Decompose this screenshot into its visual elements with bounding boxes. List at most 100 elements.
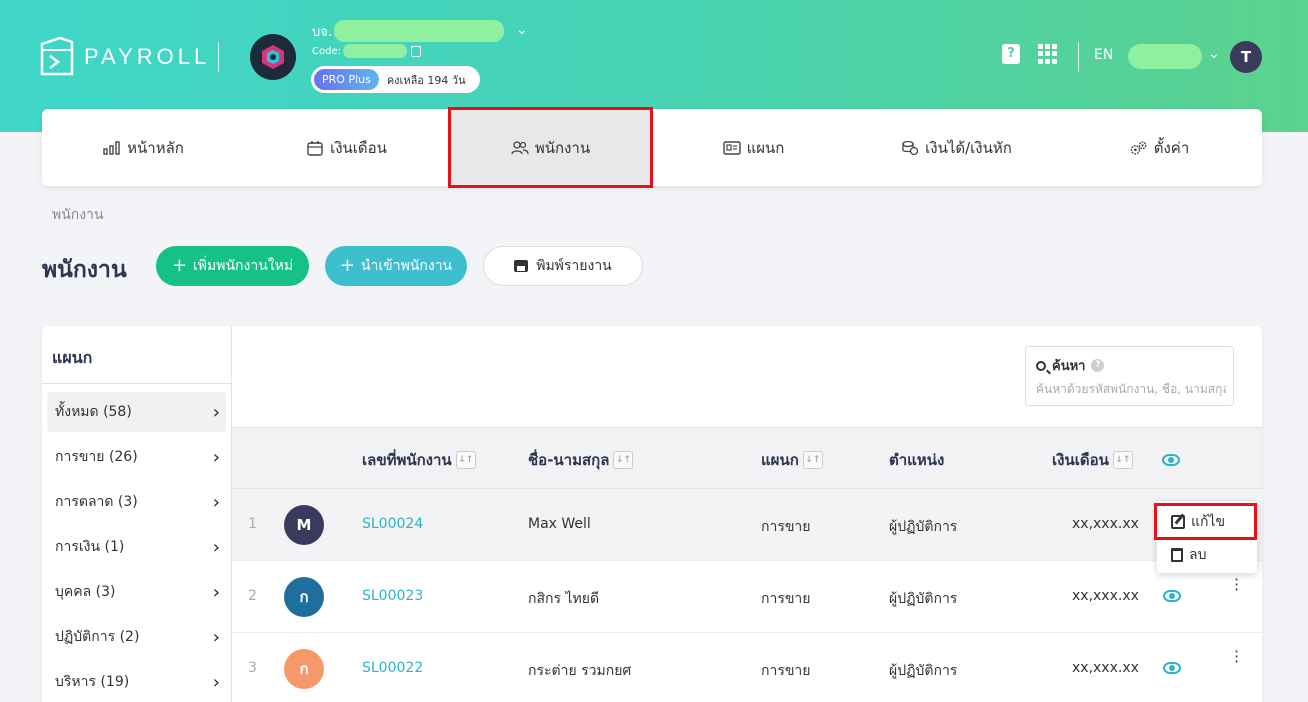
search-box[interactable]: ค้นหา ? (1025, 346, 1234, 406)
company-name[interactable]: บจ. (312, 20, 505, 42)
sort-icon[interactable]: ↓↑ (802, 451, 823, 469)
employee-position: ผู้ปฏิบัติการ (889, 663, 958, 679)
chevron-right-icon: › (212, 626, 220, 648)
department-item-marketing[interactable]: การตลาด (3) › (47, 482, 226, 522)
chevron-right-icon: › (212, 671, 220, 693)
department-label: บุคคล (3) (55, 584, 116, 600)
nav-item-settings[interactable]: ตั้งค่า (1058, 109, 1261, 186)
department-title: แผนก (52, 348, 93, 367)
more-options-icon[interactable]: · · · (1234, 644, 1239, 670)
eye-icon[interactable] (1162, 454, 1180, 466)
breadcrumb[interactable]: พนักงาน (52, 204, 104, 226)
department-label: ปฏิบัติการ (2) (55, 629, 140, 645)
department-label: ทั้งหมด (58) (55, 404, 132, 420)
add-employee-button[interactable]: + เพิ่มพนักงานใหม่ (156, 246, 309, 286)
eye-icon[interactable] (1163, 662, 1181, 674)
nav-label: แผนก (746, 138, 785, 157)
row-number: 2 (248, 588, 257, 604)
plus-icon: + (339, 255, 355, 276)
print-report-button[interactable]: พิมพ์รายงาน (483, 246, 643, 286)
nav-item-departments[interactable]: แผนก (652, 109, 855, 186)
table-row[interactable]: 2 ก SL00023 กสิกร ไทยดี การขาย ผู้ปฏิบัต… (232, 561, 1262, 633)
nav-label: ตั้งค่า (1153, 138, 1190, 157)
column-label: แผนก (761, 451, 799, 469)
column-position: ตำแหน่ง (889, 448, 944, 472)
company-code: Code: (312, 44, 421, 58)
employee-salary: xx,xxx.xx (1072, 660, 1139, 676)
copy-icon[interactable] (410, 45, 421, 57)
header-divider (1078, 42, 1079, 72)
company-name-redacted (334, 20, 505, 42)
column-full-name[interactable]: ชื่อ-นามสกุล ↓↑ (528, 448, 634, 472)
divider (42, 383, 232, 384)
sort-icon[interactable]: ↓↑ (455, 451, 476, 469)
column-visibility[interactable] (1162, 454, 1180, 466)
department-item-operations[interactable]: ปฏิบัติการ (2) › (47, 617, 226, 657)
gears-icon (1130, 140, 1148, 156)
table-row[interactable]: 3 ก SL00022 กระต่าย รวมกยศ การขาย ผู้ปฏิ… (232, 633, 1262, 702)
company-code-redacted (342, 44, 407, 58)
user-name-redacted[interactable] (1128, 44, 1202, 69)
search-label-row: ค้นหา ? (1036, 355, 1223, 376)
nav-label: หน้าหลัก (127, 138, 184, 157)
company-prefix: บจ. (312, 24, 333, 40)
employee-department: การขาย (761, 663, 811, 679)
employee-id-link[interactable]: SL00024 (362, 516, 423, 532)
table-row[interactable]: 1 M SL00024 Max Well การขาย ผู้ปฏิบัติกา… (232, 489, 1262, 561)
page-title: พนักงาน (42, 257, 127, 283)
delete-menu-item[interactable]: ลบ (1171, 544, 1206, 566)
help-book-icon[interactable]: ? (1002, 44, 1020, 64)
chevron-right-icon: › (212, 536, 220, 558)
search-input[interactable] (1036, 382, 1226, 396)
column-employee-id[interactable]: เลขที่พนักงาน ↓↑ (362, 448, 476, 472)
plus-icon: + (171, 255, 187, 276)
help-icon[interactable]: ? (1091, 359, 1105, 372)
import-employee-label: นำเข้าพนักงาน (360, 258, 453, 274)
employee-salary: xx,xxx.xx (1072, 516, 1139, 532)
employee-name: Max Well (528, 516, 591, 532)
language-switch[interactable]: EN (1094, 47, 1113, 63)
employee-id-link[interactable]: SL00022 (362, 660, 423, 676)
delete-label: ลบ (1189, 547, 1207, 563)
column-salary[interactable]: เงินเดือน ↓↑ (1052, 448, 1133, 472)
department-item-finance[interactable]: การเงิน (1) › (47, 527, 226, 567)
sort-icon[interactable]: ↓↑ (1112, 451, 1133, 469)
department-item-sales[interactable]: การขาย (26) › (47, 437, 226, 477)
calendar-icon (306, 140, 324, 156)
user-avatar[interactable]: T (1230, 41, 1262, 73)
sort-icon[interactable]: ↓↑ (613, 451, 634, 469)
header-divider (218, 42, 219, 72)
chevron-right-icon: › (212, 401, 220, 423)
department-item-management[interactable]: บริหาร (19) › (47, 662, 226, 702)
import-employee-button[interactable]: + นำเข้าพนักงาน (325, 246, 467, 286)
chevron-down-icon[interactable]: ⌄ (516, 22, 528, 38)
nav-label: เงินเดือน (330, 138, 387, 157)
code-label: Code: (312, 45, 341, 57)
logo-icon (40, 36, 74, 76)
column-label: เงินเดือน (1052, 451, 1109, 469)
chevron-down-icon[interactable]: ⌄ (1208, 46, 1220, 62)
highlight-box (1154, 503, 1257, 540)
employee-salary: xx,xxx.xx (1072, 588, 1139, 604)
avatar: ก (284, 649, 324, 689)
nav-item-home[interactable]: หน้าหลัก (42, 109, 245, 186)
plan-name: PRO Plus (314, 69, 379, 90)
nav-item-earnings-deductions[interactable]: เงินได้/เงินหัก (855, 109, 1058, 186)
apps-grid-icon[interactable] (1038, 44, 1058, 64)
department-label: การเงิน (1) (55, 539, 125, 555)
chevron-right-icon: › (212, 581, 220, 603)
more-options-icon[interactable]: · · · (1234, 572, 1239, 598)
column-department[interactable]: แผนก ↓↑ (761, 448, 823, 472)
department-item-all[interactable]: ทั้งหมด (58) › (47, 392, 226, 432)
company-avatar[interactable] (250, 34, 296, 80)
employee-id-link[interactable]: SL00023 (362, 588, 423, 604)
logo-text: PAYROLL (84, 44, 211, 69)
id-card-icon (722, 140, 741, 156)
department-item-hr[interactable]: บุคคล (3) › (47, 572, 226, 612)
chart-icon (103, 140, 121, 156)
employee-name: กสิกร ไทยดี (528, 591, 600, 607)
nav-item-salary[interactable]: เงินเดือน (245, 109, 448, 186)
print-report-label: พิมพ์รายงาน (536, 258, 612, 274)
payroll-logo[interactable]: PAYROLL (40, 36, 210, 78)
eye-icon[interactable] (1163, 590, 1181, 602)
